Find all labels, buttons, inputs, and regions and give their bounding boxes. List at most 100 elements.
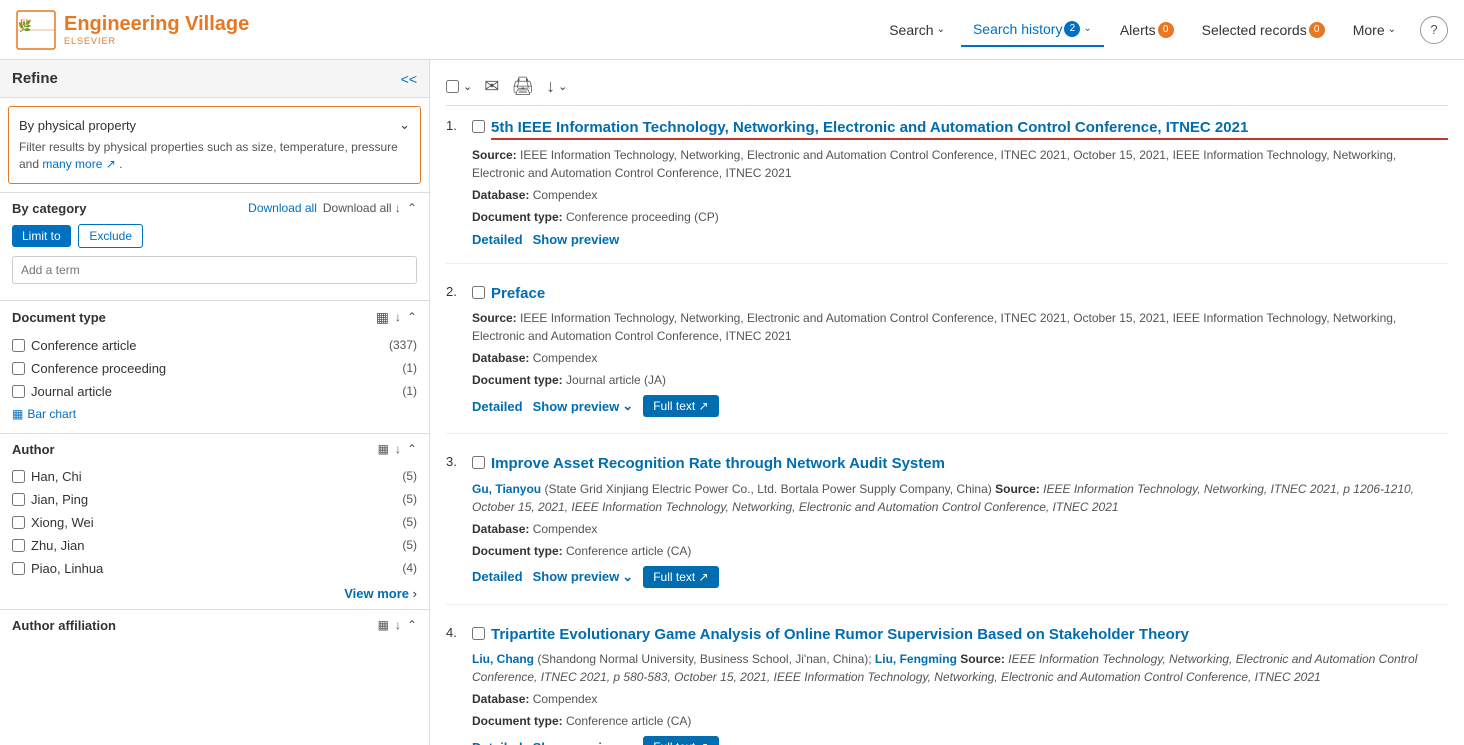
- result-2-fulltext-button[interactable]: Full text ↗: [643, 395, 718, 417]
- author-han-chi-checkbox[interactable]: [12, 470, 25, 483]
- limit-exclude-controls: Limit to Exclude: [12, 224, 417, 248]
- exclude-button[interactable]: Exclude: [78, 224, 143, 248]
- result-1-detailed-link[interactable]: Detailed: [472, 232, 523, 247]
- result-4-checkbox[interactable]: [472, 627, 485, 640]
- conference-article-checkbox[interactable]: [12, 339, 25, 352]
- author-bar-chart-icon[interactable]: ▦: [378, 442, 389, 456]
- author-affiliation-collapse[interactable]: ⌃: [407, 618, 417, 632]
- email-icon[interactable]: ✉: [484, 76, 499, 97]
- nav-search[interactable]: Search ⌄: [877, 14, 957, 46]
- journal-article-count: (1): [402, 384, 417, 398]
- author-zhu-jian-checkbox[interactable]: [12, 539, 25, 552]
- download-icon[interactable]: ↓: [395, 310, 401, 324]
- result-2-detailed-link[interactable]: Detailed: [472, 399, 523, 414]
- result-item-4: 4. Tripartite Evolutionary Game Analysis…: [446, 625, 1448, 745]
- author-jian-ping-label: Jian, Ping: [31, 492, 88, 507]
- journal-article-checkbox[interactable]: [12, 385, 25, 398]
- main-layout: Refine << By physical property ⌄ Filter …: [0, 60, 1464, 745]
- author-collapse[interactable]: ⌃: [407, 442, 417, 456]
- nav-selected-records[interactable]: Selected records 0: [1190, 14, 1337, 46]
- result-3-database: Database: Compendex: [472, 520, 1448, 538]
- download-all-label[interactable]: Download all: [248, 201, 317, 215]
- result-4-fulltext-button[interactable]: Full text ↗: [643, 736, 718, 745]
- result-2-doctype: Document type: Journal article (JA): [472, 371, 1448, 389]
- result-3-actions: Detailed Show preview ⌄ Full text ↗: [472, 566, 1448, 588]
- by-category-section: By category Download all Download all ↓ …: [0, 192, 429, 300]
- result-3-title[interactable]: Improve Asset Recognition Rate through N…: [491, 454, 1448, 474]
- doc-type-bar-chart-link[interactable]: ▦ Bar chart: [12, 403, 417, 425]
- result-2-body: Source: IEEE Information Technology, Net…: [472, 309, 1448, 417]
- document-type-section: Document type ▦ ↓ ⌃ Conference article (…: [0, 300, 429, 433]
- result-1-show-preview-button[interactable]: Show preview: [533, 232, 620, 247]
- physical-property-header[interactable]: By physical property ⌄: [19, 117, 410, 133]
- physical-property-link[interactable]: many more ↗: [42, 157, 115, 171]
- result-3-author-link[interactable]: Gu, Tianyou: [472, 482, 541, 496]
- select-all-checkbox[interactable]: [446, 80, 459, 93]
- author-actions: ▦ ↓ ⌃: [378, 442, 417, 456]
- result-3-number: 3.: [446, 454, 466, 469]
- elsevier-label: ELSEVIER: [64, 36, 249, 46]
- author-xiong-wei: Xiong, Wei (5): [12, 511, 417, 534]
- nav-search-history[interactable]: Search history 2 ⌄: [961, 13, 1104, 47]
- result-item-3: 3. Improve Asset Recognition Rate throug…: [446, 454, 1448, 605]
- sidebar-title: Refine: [12, 70, 58, 87]
- result-3-detailed-link[interactable]: Detailed: [472, 569, 523, 584]
- show-preview-chevron: ⌄: [622, 398, 633, 414]
- physical-property-description: Filter results by physical properties su…: [19, 139, 410, 173]
- add-term-input[interactable]: [12, 256, 417, 284]
- download-chevron[interactable]: ⌄: [558, 80, 567, 93]
- result-1-body: Source: IEEE Information Technology, Net…: [472, 146, 1448, 247]
- by-category-actions: Download all Download all ↓ ⌃: [248, 201, 417, 215]
- author-jian-ping-count: (5): [402, 492, 417, 506]
- by-category-title: By category: [12, 201, 86, 216]
- nav-selected-records-badge: 0: [1309, 22, 1325, 38]
- view-more-link[interactable]: View more: [344, 586, 409, 601]
- nav-alerts[interactable]: Alerts 0: [1108, 14, 1186, 46]
- document-type-collapse[interactable]: ⌃: [407, 310, 417, 324]
- author-zhu-jian-label: Zhu, Jian: [31, 538, 84, 553]
- bar-chart-icon-small: ▦: [12, 407, 23, 421]
- result-1-title[interactable]: 5th IEEE Information Technology, Network…: [491, 118, 1448, 140]
- conference-proceeding-label: Conference proceeding: [31, 361, 166, 376]
- result-4-show-preview-button[interactable]: Show preview ⌄: [533, 739, 634, 745]
- help-button[interactable]: ?: [1420, 16, 1448, 44]
- help-icon: ?: [1430, 22, 1437, 37]
- result-4-title[interactable]: Tripartite Evolutionary Game Analysis of…: [491, 625, 1448, 645]
- result-4-author1-link[interactable]: Liu, Chang: [472, 652, 534, 666]
- view-more-arrow: ›: [413, 586, 417, 601]
- result-2-actions: Detailed Show preview ⌄ Full text ↗: [472, 395, 1448, 417]
- bar-chart-icon[interactable]: ▦: [376, 309, 389, 326]
- sidebar: Refine << By physical property ⌄ Filter …: [0, 60, 430, 745]
- nav-search-history-chevron: ⌄: [1083, 23, 1091, 34]
- result-2-show-preview-button[interactable]: Show preview ⌄: [533, 398, 634, 414]
- result-3-checkbox[interactable]: [472, 456, 485, 469]
- conference-proceeding-checkbox[interactable]: [12, 362, 25, 375]
- author-piao-linhua-checkbox[interactable]: [12, 562, 25, 575]
- result-1-checkbox[interactable]: [472, 120, 485, 133]
- journal-article-label: Journal article: [31, 384, 112, 399]
- result-2-checkbox[interactable]: [472, 286, 485, 299]
- author-download-icon[interactable]: ↓: [395, 442, 401, 456]
- result-2-title[interactable]: Preface: [491, 284, 1448, 304]
- author-affiliation-bar-chart-icon[interactable]: ▦: [378, 618, 389, 632]
- nav-more[interactable]: More ⌄: [1341, 14, 1408, 46]
- section-collapse-icon[interactable]: ⌃: [407, 201, 417, 215]
- result-3-fulltext-button[interactable]: Full text ↗: [643, 566, 718, 588]
- result-4-author2-link[interactable]: Liu, Fengming: [875, 652, 957, 666]
- document-type-title: Document type: [12, 310, 106, 325]
- sidebar-collapse-button[interactable]: <<: [401, 71, 417, 87]
- limit-to-button[interactable]: Limit to: [12, 225, 71, 247]
- author-xiong-wei-checkbox[interactable]: [12, 516, 25, 529]
- result-2-source: Source: IEEE Information Technology, Net…: [472, 309, 1448, 345]
- print-icon[interactable]: 🖨: [511, 76, 534, 97]
- author-jian-ping-checkbox[interactable]: [12, 493, 25, 506]
- author-affiliation-download-icon[interactable]: ↓: [395, 618, 401, 632]
- author-piao-linhua-count: (4): [402, 561, 417, 575]
- download-all-label-text: Download all ↓: [323, 201, 401, 215]
- select-all-chevron[interactable]: ⌄: [463, 80, 472, 93]
- result-4-authors: Liu, Chang (Shandong Normal University, …: [472, 650, 1448, 686]
- result-4-detailed-link[interactable]: Detailed: [472, 740, 523, 745]
- download-icon[interactable]: ↓: [546, 76, 555, 97]
- result-3-body: Gu, Tianyou (State Grid Xinjiang Electri…: [472, 480, 1448, 588]
- result-3-show-preview-button[interactable]: Show preview ⌄: [533, 569, 634, 585]
